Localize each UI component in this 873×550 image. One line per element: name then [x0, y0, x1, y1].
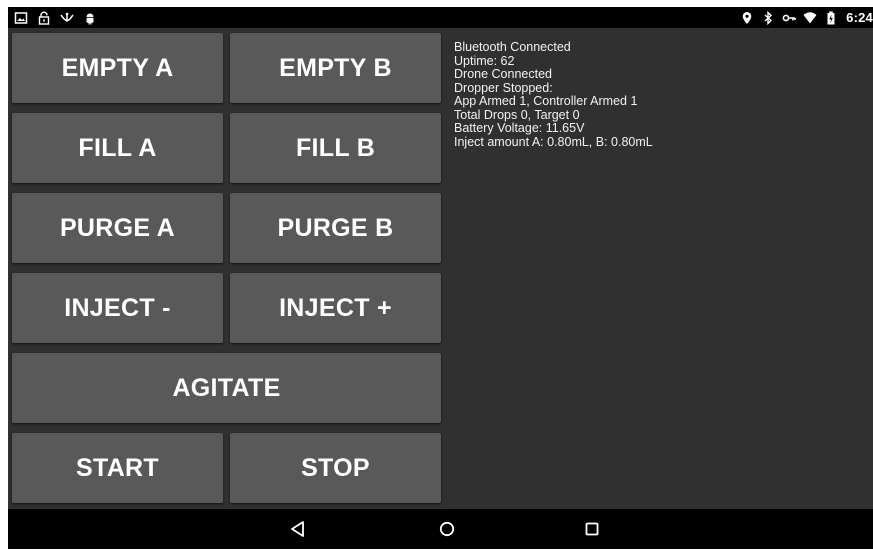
clock: 6:24 — [846, 10, 873, 25]
status-line-bluetooth: Bluetooth Connected — [454, 40, 571, 54]
status-panel: Bluetooth Connected Uptime: 62 Drone Con… — [454, 40, 864, 149]
bluetooth-icon — [761, 10, 775, 25]
location-icon — [740, 11, 754, 25]
purge-b-button[interactable]: PURGE B — [230, 193, 441, 263]
stop-button[interactable]: STOP — [230, 433, 441, 503]
status-line-armed: App Armed 1, Controller Armed 1 — [454, 94, 638, 108]
fill-b-button[interactable]: FILL B — [230, 113, 441, 183]
inject-plus-button[interactable]: INJECT + — [230, 273, 441, 343]
status-line-uptime: Uptime: 62 — [454, 53, 515, 68]
status-line-inject-amount: Inject amount A: 0.80mL, B: 0.80mL — [454, 134, 653, 149]
image-icon — [14, 11, 28, 25]
empty-a-button[interactable]: EMPTY A — [12, 33, 223, 103]
battery-icon — [824, 11, 838, 25]
status-line-drone: Drone Connected — [454, 67, 552, 81]
wifi-icon — [803, 11, 817, 25]
purge-a-button[interactable]: PURGE A — [12, 193, 223, 263]
notification-icons — [14, 9, 97, 26]
inject-minus-button[interactable]: INJECT - — [12, 273, 223, 343]
status-line-drops: Total Drops 0, Target 0 — [454, 107, 580, 122]
lock-icon — [37, 11, 51, 25]
agitate-button[interactable]: AGITATE — [12, 353, 441, 423]
navigation-bar — [8, 509, 873, 549]
home-icon[interactable] — [436, 518, 458, 540]
vpn-key-icon — [782, 11, 796, 25]
status-line-battery: Battery Voltage: 11.65V — [454, 121, 585, 135]
back-icon[interactable] — [287, 518, 309, 540]
status-line-dropper: Dropper Stopped: — [454, 80, 553, 95]
android-icon — [83, 11, 97, 25]
status-bar: 6:24 — [8, 7, 873, 28]
start-button[interactable]: START — [12, 433, 223, 503]
usb-icon — [60, 11, 74, 25]
system-icons: 6:24 — [740, 9, 873, 26]
app-screen: 6:24 EMPTY A EMPTY B FILL A FILL B PURGE… — [8, 7, 873, 549]
empty-b-button[interactable]: EMPTY B — [230, 33, 441, 103]
fill-a-button[interactable]: FILL A — [12, 113, 223, 183]
recents-icon[interactable] — [581, 518, 603, 540]
